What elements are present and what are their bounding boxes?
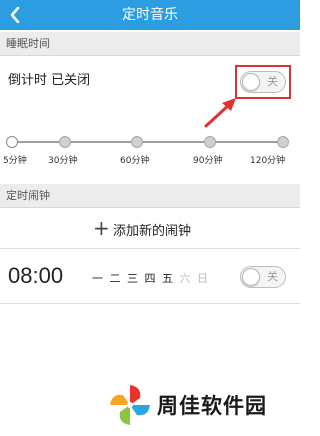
slider-stop[interactable] — [277, 136, 289, 148]
add-alarm-label: 添加新的闹钟 — [113, 224, 192, 239]
slider-stop[interactable] — [204, 136, 216, 148]
slider-stop[interactable] — [59, 136, 71, 148]
duration-slider-track[interactable] — [10, 141, 286, 143]
slider-stop[interactable] — [131, 136, 143, 148]
countdown-label: 倒计时 已关闭 — [8, 73, 91, 88]
day-sunday: 日 — [197, 272, 208, 285]
day-tuesday: 二 — [109, 272, 121, 285]
toggle-knob — [242, 268, 260, 286]
day-monday: 一 — [92, 272, 103, 285]
pointer-arrow-icon — [204, 98, 236, 128]
alarm-time: 08:00 — [8, 263, 64, 288]
day-friday: 五 — [162, 272, 173, 285]
slider-tick-label: 90分钟 — [193, 156, 223, 166]
highlight-box — [235, 65, 291, 99]
alarm-toggle[interactable]: 关 — [240, 266, 286, 288]
watermark-text: 周佳软件园 — [157, 394, 267, 418]
slider-tick-label: 60分钟 — [120, 156, 150, 166]
section-header-alarm: 定时闹钟 — [0, 184, 300, 208]
watermark: 周佳软件园 — [107, 380, 297, 430]
section-title-sleep: 睡眠时间 — [6, 37, 50, 50]
slider-tick-label: 120分钟 — [250, 156, 286, 166]
day-saturday: 六 — [179, 272, 191, 285]
pinwheel-logo-icon — [110, 385, 150, 425]
day-wednesday: 三 — [127, 272, 138, 285]
title-bar: 定时音乐 — [0, 0, 300, 30]
section-header-sleep: 睡眠时间 — [0, 32, 300, 56]
page-title: 定时音乐 — [122, 7, 178, 23]
slider-stop[interactable] — [6, 136, 18, 148]
day-thursday: 四 — [144, 272, 156, 285]
toggle-label: 关 — [267, 270, 278, 283]
slider-tick-label: 30分钟 — [48, 156, 78, 166]
plus-icon: + — [93, 216, 110, 240]
section-title-alarm: 定时闹钟 — [6, 189, 50, 202]
slider-tick-label: 5分钟 — [3, 156, 27, 166]
add-alarm-button[interactable]: + 添加新的闹钟 — [0, 209, 300, 249]
alarm-repeat-days: 一 二 三 四 五 六 日 — [92, 270, 211, 286]
